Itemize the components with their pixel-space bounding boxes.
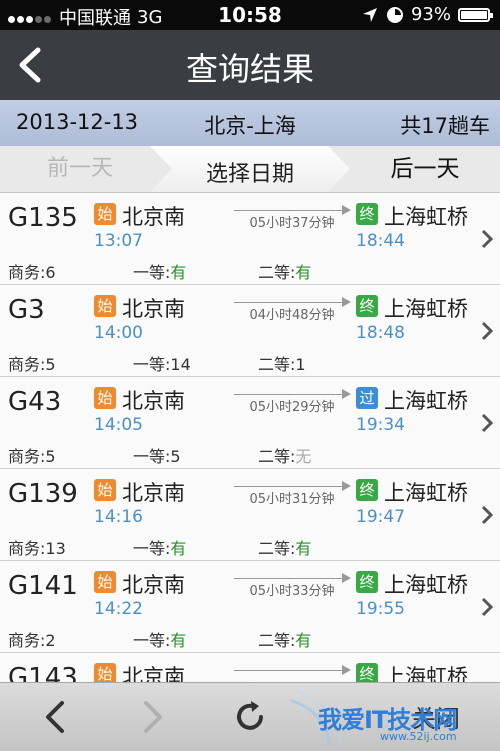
train-number: G135 [8, 203, 78, 233]
departure-station: 北京南 [122, 389, 185, 413]
arrival-time: 19:55 [356, 599, 405, 619]
chevron-right-icon [481, 413, 494, 433]
departure-time: 14:00 [94, 323, 143, 343]
arrival-station: 上海虹桥 [384, 481, 468, 505]
departure-station: 北京南 [122, 573, 185, 597]
departure-station: 北京南 [122, 481, 185, 505]
first-class-seat: 一等:5 [133, 447, 181, 466]
duration: 04小时48分钟 [249, 308, 335, 323]
chevron-right-icon [481, 505, 494, 525]
origin-badge: 始 [94, 295, 116, 317]
departure-time: 14:05 [94, 415, 143, 435]
previous-day-button[interactable]: 前一天 [0, 146, 160, 192]
train-row[interactable]: G3 始 北京南 14:00 04小时48分钟 终 上海虹桥 18:48 商务:… [0, 285, 500, 377]
duration-arrow-icon [342, 665, 351, 675]
train-number: G141 [8, 571, 78, 601]
second-class-seat: 二等:有 [258, 539, 312, 558]
duration-line [234, 486, 346, 487]
departure-station: 北京南 [122, 297, 185, 321]
arrival-time: 19:34 [356, 415, 405, 435]
origin-badge: 始 [94, 479, 116, 501]
nav-bar: 查询结果 [0, 30, 500, 100]
pick-date-button[interactable]: 选择日期 [150, 146, 350, 192]
terminal-badge: 终 [356, 571, 378, 593]
train-row[interactable]: G43 始 北京南 14:05 05小时29分钟 过 上海虹桥 19:34 商务… [0, 377, 500, 469]
first-class-seat: 一等:14 [133, 355, 191, 374]
origin-badge: 始 [94, 203, 116, 225]
train-number: G139 [8, 479, 78, 509]
second-class-seat: 二等:有 [258, 631, 312, 650]
duration: 05小时29分钟 [249, 400, 335, 415]
train-row[interactable]: G141 始 北京南 14:22 05小时33分钟 终 上海虹桥 19:55 商… [0, 561, 500, 653]
duration-line [234, 670, 346, 671]
alarm-icon [386, 6, 403, 23]
browser-back-icon[interactable] [34, 695, 78, 739]
first-class-seat: 一等:有 [133, 263, 187, 282]
first-class-seat: 一等:有 [133, 539, 187, 558]
arrival-station: 上海虹桥 [384, 205, 468, 229]
second-class-seat: 二等:有 [258, 263, 312, 282]
location-icon [362, 7, 377, 22]
watermark-url: www.52ij.com [380, 730, 457, 743]
first-class-seat: 一等:有 [133, 631, 187, 650]
duration: 05小时33分钟 [249, 584, 335, 599]
duration: 05小时31分钟 [249, 492, 335, 507]
pick-date-label: 选择日期 [205, 162, 294, 187]
duration-line [234, 302, 346, 303]
business-seat: 商务:5 [8, 447, 56, 466]
departure-station: 北京南 [122, 205, 185, 229]
duration-line [234, 578, 346, 579]
chevron-right-icon [481, 321, 494, 341]
business-seat: 商务:5 [8, 355, 56, 374]
arrival-station: 上海虹桥 [384, 297, 468, 321]
chevron-right-icon [481, 229, 494, 249]
pass-through-badge: 过 [356, 387, 378, 409]
terminal-badge: 终 [356, 479, 378, 501]
duration: 05小时37分钟 [249, 216, 335, 231]
duration-line [234, 210, 346, 211]
departure-time: 14:22 [94, 599, 143, 619]
arrival-time: 18:44 [356, 231, 405, 251]
departure-time: 14:16 [94, 507, 143, 527]
arrival-time: 19:47 [356, 507, 405, 527]
second-class-seat: 二等:1 [258, 355, 306, 374]
duration-line [234, 394, 346, 395]
page-title: 查询结果 [185, 50, 314, 88]
browser-forward-icon[interactable] [130, 695, 174, 739]
terminal-badge: 终 [356, 295, 378, 317]
train-count: 共17趟车 [400, 114, 490, 138]
status-bar: 中国联通 3G 10:58 93% [0, 0, 500, 30]
reload-icon[interactable] [228, 695, 272, 739]
battery-icon [458, 7, 493, 22]
search-summary-bar: 2013-12-13 北京-上海 共17趟车 [0, 100, 500, 147]
business-seat: 商务:2 [8, 631, 56, 650]
origin-badge: 始 [94, 571, 116, 593]
origin-badge: 始 [94, 387, 116, 409]
train-number: G3 [8, 295, 45, 325]
train-number: G43 [8, 387, 62, 417]
terminal-badge: 终 [356, 203, 378, 225]
arrival-time: 18:48 [356, 323, 405, 343]
train-row[interactable]: G135 始 北京南 13:07 05小时37分钟 终 上海虹桥 18:44 商… [0, 193, 500, 285]
battery-percent: 93% [410, 4, 451, 25]
departure-time: 13:07 [94, 231, 143, 251]
chevron-right-icon [481, 597, 494, 617]
train-row[interactable]: G139 始 北京南 14:16 05小时31分钟 终 上海虹桥 19:47 商… [0, 469, 500, 561]
business-seat: 商务:13 [8, 539, 66, 558]
second-class-seat: 二等:无 [258, 447, 312, 466]
arrival-station: 上海虹桥 [384, 389, 468, 413]
day-navigation: 前一天 选择日期 后一天 [0, 146, 500, 193]
arrival-station: 上海虹桥 [384, 573, 468, 597]
business-seat: 商务:6 [8, 263, 56, 282]
next-day-button[interactable]: 后一天 [350, 146, 500, 192]
